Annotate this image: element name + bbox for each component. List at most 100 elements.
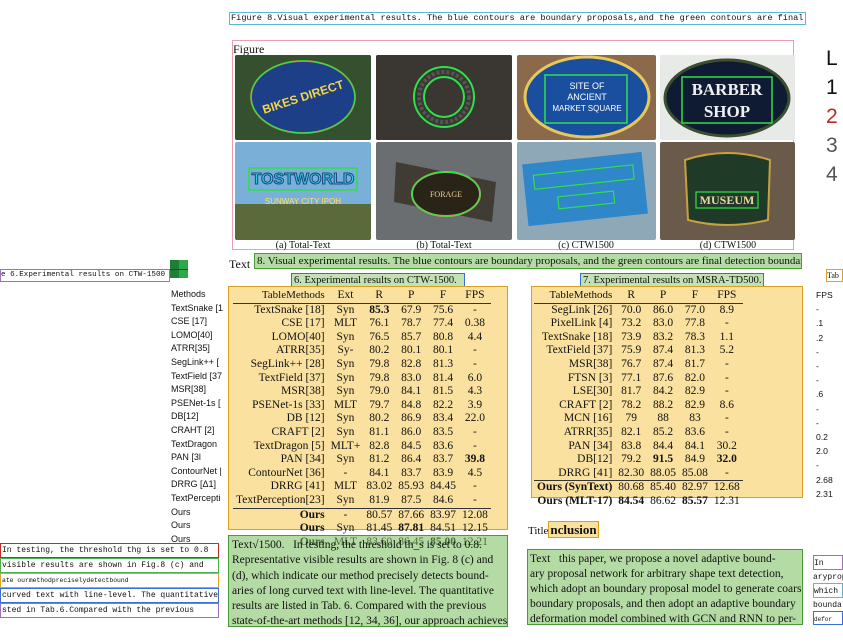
table6-cell: 86.0 <box>401 425 422 438</box>
paragraph-right: Text this paper, we propose a novel adap… <box>527 549 803 625</box>
table7-cell: 73.2 <box>621 317 642 330</box>
table6-cell: Syn <box>336 453 355 466</box>
table6-cell: 80.57 <box>363 507 396 523</box>
table6-cell: Syn <box>336 357 355 370</box>
table7-cell: 79 <box>625 412 637 425</box>
left-method-item: TextSnake [1 <box>171 302 224 313</box>
table6-cell: 84.1 <box>369 466 390 479</box>
table7-cell: 82.97 <box>679 480 711 495</box>
right-table-caption-fragment: Tab <box>826 269 843 282</box>
table7-cell: CRAFT [2] <box>559 398 613 411</box>
table6-cell: MLT <box>333 480 358 493</box>
table7-cell: TextSnake [18] <box>541 330 613 343</box>
table6-row: SegLink++ [28] Syn 79.8 82.8 81.3 - <box>233 358 491 372</box>
table7-row: Ours (SynText) 80.68 85.40 82.97 12.68 <box>534 480 743 495</box>
table6-cell: 86.4 <box>401 453 422 466</box>
table7-cell: 77.8 <box>684 317 706 330</box>
svg-text:SITE OF: SITE OF <box>569 81 605 91</box>
right-ocr-line: arypropo <box>813 573 843 582</box>
right-ocr-line: which <box>813 583 843 598</box>
table6-cell: 4.3 <box>467 385 483 398</box>
table6-cell: ATRR[35] <box>276 344 325 357</box>
table6-cell: 77.4 <box>432 317 454 330</box>
table7-cell: 12.31 <box>713 494 740 507</box>
table7-cell: 82.30 <box>618 466 645 479</box>
table6-cell: Syn <box>336 371 355 384</box>
table6-cell: 81.9 <box>369 493 390 506</box>
table7-cell: 12.68 <box>710 480 743 495</box>
table6-header-row: TableMethods Ext R P F FPS <box>233 289 491 304</box>
figure-caption-main: 8. Visual experimental results. The blue… <box>254 253 802 269</box>
svg-text:FORAGE: FORAGE <box>430 190 462 199</box>
table6-cell: 87.66 <box>395 507 428 523</box>
table7-cell: - <box>724 385 729 398</box>
table7-cell: - <box>724 466 729 479</box>
table7-cell: 88 <box>657 412 669 425</box>
right-fps-item: .2 <box>816 332 824 343</box>
right-fps-item: - <box>816 375 819 386</box>
left-method-item: TextDragon <box>171 438 218 449</box>
table6-cell: 0.38 <box>464 317 485 330</box>
table6-cell: 85.93 <box>398 480 425 493</box>
table7-row: SegLink [26] 70.0 86.0 77.0 8.9 <box>534 303 743 317</box>
photo-signboard <box>517 142 656 240</box>
table6-cell: 84.45 <box>430 480 456 493</box>
right-fps-item: 2.31 <box>816 488 833 499</box>
table6-cell: 4.5 <box>467 466 483 479</box>
left-method-item: CSE [17] <box>171 316 208 327</box>
text-region-label: Text <box>229 257 251 271</box>
table6-cell: Ours <box>299 522 325 535</box>
table6-cell: 82.8 <box>369 439 390 452</box>
right-fps-item: 0.2 <box>816 432 828 443</box>
left-methods-column: Methods TextSnake [1 CSE [17] LOMO[40] A… <box>171 288 229 546</box>
table6-cell: 3.9 <box>467 398 483 411</box>
table6-cell: 81.2 <box>369 453 390 466</box>
table6-row: Ours -80.57 87.66 83.97 12.08 <box>233 507 491 523</box>
table6-cell: TextSnake [18] <box>254 303 325 316</box>
left-method-item: ContourNet | <box>171 465 222 476</box>
table6-row: LOMO[40] Syn 76.5 85.7 80.8 4.4 <box>233 331 491 345</box>
table7-label: Table <box>549 289 574 301</box>
table7-cell: DB[12] <box>577 453 613 466</box>
paragraph-left-line: In testing, the threshold th_s is set to… <box>293 539 482 551</box>
table7-cell: 84.2 <box>653 385 674 398</box>
table6-cell: PSENet-1s [33] <box>252 398 325 411</box>
table6-cell: 12.15 <box>461 522 488 535</box>
right-fps-item: - <box>816 304 819 315</box>
table7-row: DB[12] 79.2 91.5 84.9 32.0 <box>534 453 743 467</box>
table7-cell: 77.1 <box>621 371 642 384</box>
table7-cell: Ours (MLT-17) <box>537 494 613 507</box>
table6-cell: 4.4 <box>467 330 483 343</box>
left-method-item: TextPercepti <box>171 492 221 503</box>
right-ocr-line: bounda <box>813 601 842 610</box>
left-method-item: ATRR[35] <box>171 343 210 354</box>
right-ocr-line: defor <box>813 611 843 625</box>
table6-cell: 83.7 <box>401 466 422 479</box>
table7-cell: 83.6 <box>684 425 706 438</box>
table6-cell: DRRG [41] <box>270 480 325 493</box>
table6-cell: Syn <box>336 412 355 425</box>
table6-header-cell: Methods <box>286 289 325 301</box>
paragraph-right-line: which adopt an boundary proposal model t… <box>530 583 803 595</box>
legend-fragment: L 1 2 3 4 <box>826 44 843 189</box>
table7-header-cell: FPS <box>710 289 743 304</box>
table6-cell: 75.6 <box>432 303 454 316</box>
table7-cell: 87.4 <box>653 357 674 370</box>
table6-cell: 79.8 <box>369 357 390 370</box>
left-method-item: MSR[38] <box>171 384 207 395</box>
table7-cell: - <box>724 357 729 370</box>
svg-text:BARBER: BARBER <box>692 80 764 99</box>
section-title: Title nclusion <box>528 521 599 538</box>
table7-cell: 84.4 <box>653 439 674 452</box>
table7-cell: 30.2 <box>716 439 737 452</box>
table7-cell: Ours (SynText) <box>534 480 616 495</box>
table7-cell: 86.62 <box>650 494 677 507</box>
table7-cell: 87.4 <box>653 344 674 357</box>
table7-cell: FTSN [3] <box>567 371 613 384</box>
table7-cell: 78.3 <box>684 330 706 343</box>
table7-cell: 1.1 <box>719 330 735 343</box>
legend-head: L <box>826 47 838 70</box>
right-ocr-block: In arypropo which bounda defor <box>813 555 843 625</box>
table6-cell: PAN [34] <box>280 453 325 466</box>
table6-cell: - <box>472 439 477 452</box>
